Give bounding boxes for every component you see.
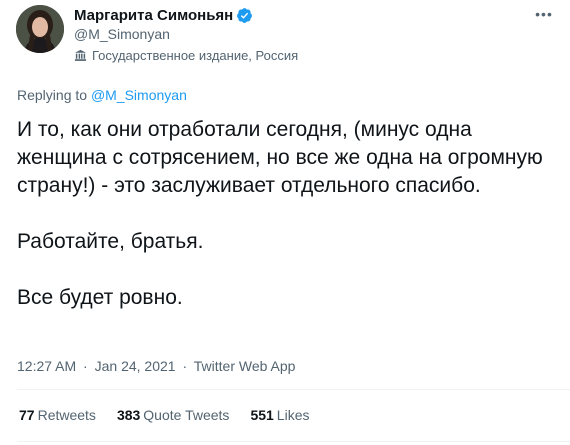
more-icon[interactable]: •••: [534, 6, 554, 22]
likes-count: 551: [250, 407, 274, 423]
quote-tweets-label: Quote Tweets: [143, 407, 230, 423]
retweets-stat[interactable]: 77 Retweets: [19, 407, 96, 423]
tweet-paragraph: Работайте, братья.: [17, 230, 204, 253]
retweets-count: 77: [19, 407, 35, 423]
retweets-label: Retweets: [37, 407, 96, 423]
quote-tweets-count: 383: [116, 407, 141, 423]
verified-badge-icon: [236, 7, 253, 24]
tweet-time[interactable]: 12:27 AM: [17, 358, 76, 374]
engagement-stats: 77 Retweets 383 Quote Tweets 551 Likes: [19, 407, 330, 423]
author-handle[interactable]: @M_Simonyan: [74, 26, 170, 42]
meta-separator: ·: [182, 358, 188, 374]
avatar-photo: [16, 5, 64, 53]
likes-label: Likes: [276, 407, 310, 423]
tweet-card: Маргарита Симоньян @M_Simonyan Государст…: [0, 0, 570, 445]
display-name[interactable]: Маргарита Симоньян: [74, 7, 233, 24]
state-media-label-text: Государственное издание, Россия: [92, 48, 299, 63]
tweet-meta: 12:27 AM · Jan 24, 2021 · Twitter Web Ap…: [17, 358, 295, 374]
divider: [17, 389, 570, 390]
tweet-text: И то, как они отработали сегодня, (минус…: [17, 116, 557, 312]
tweet-date[interactable]: Jan 24, 2021: [95, 358, 176, 374]
likes-stat[interactable]: 551 Likes: [250, 407, 309, 423]
quote-tweets-stat[interactable]: 383 Quote Tweets: [117, 407, 230, 423]
avatar[interactable]: [16, 5, 64, 53]
state-media-label[interactable]: Государственное издание, Россия: [74, 48, 298, 63]
tweet-paragraph: И то, как они отработали сегодня, (минус…: [17, 118, 543, 197]
replying-to: Replying to @M_Simonyan: [17, 87, 187, 103]
divider: [17, 441, 570, 442]
tweet-paragraph: Все будет ровно.: [17, 286, 183, 309]
replying-prefix: Replying to: [17, 87, 88, 103]
tweet-source-link[interactable]: Twitter Web App: [194, 358, 296, 374]
government-building-icon: [74, 49, 87, 62]
author-name-row[interactable]: Маргарита Симоньян: [74, 6, 253, 24]
meta-separator: ·: [83, 358, 88, 374]
reply-mention-link[interactable]: @M_Simonyan: [91, 87, 187, 103]
